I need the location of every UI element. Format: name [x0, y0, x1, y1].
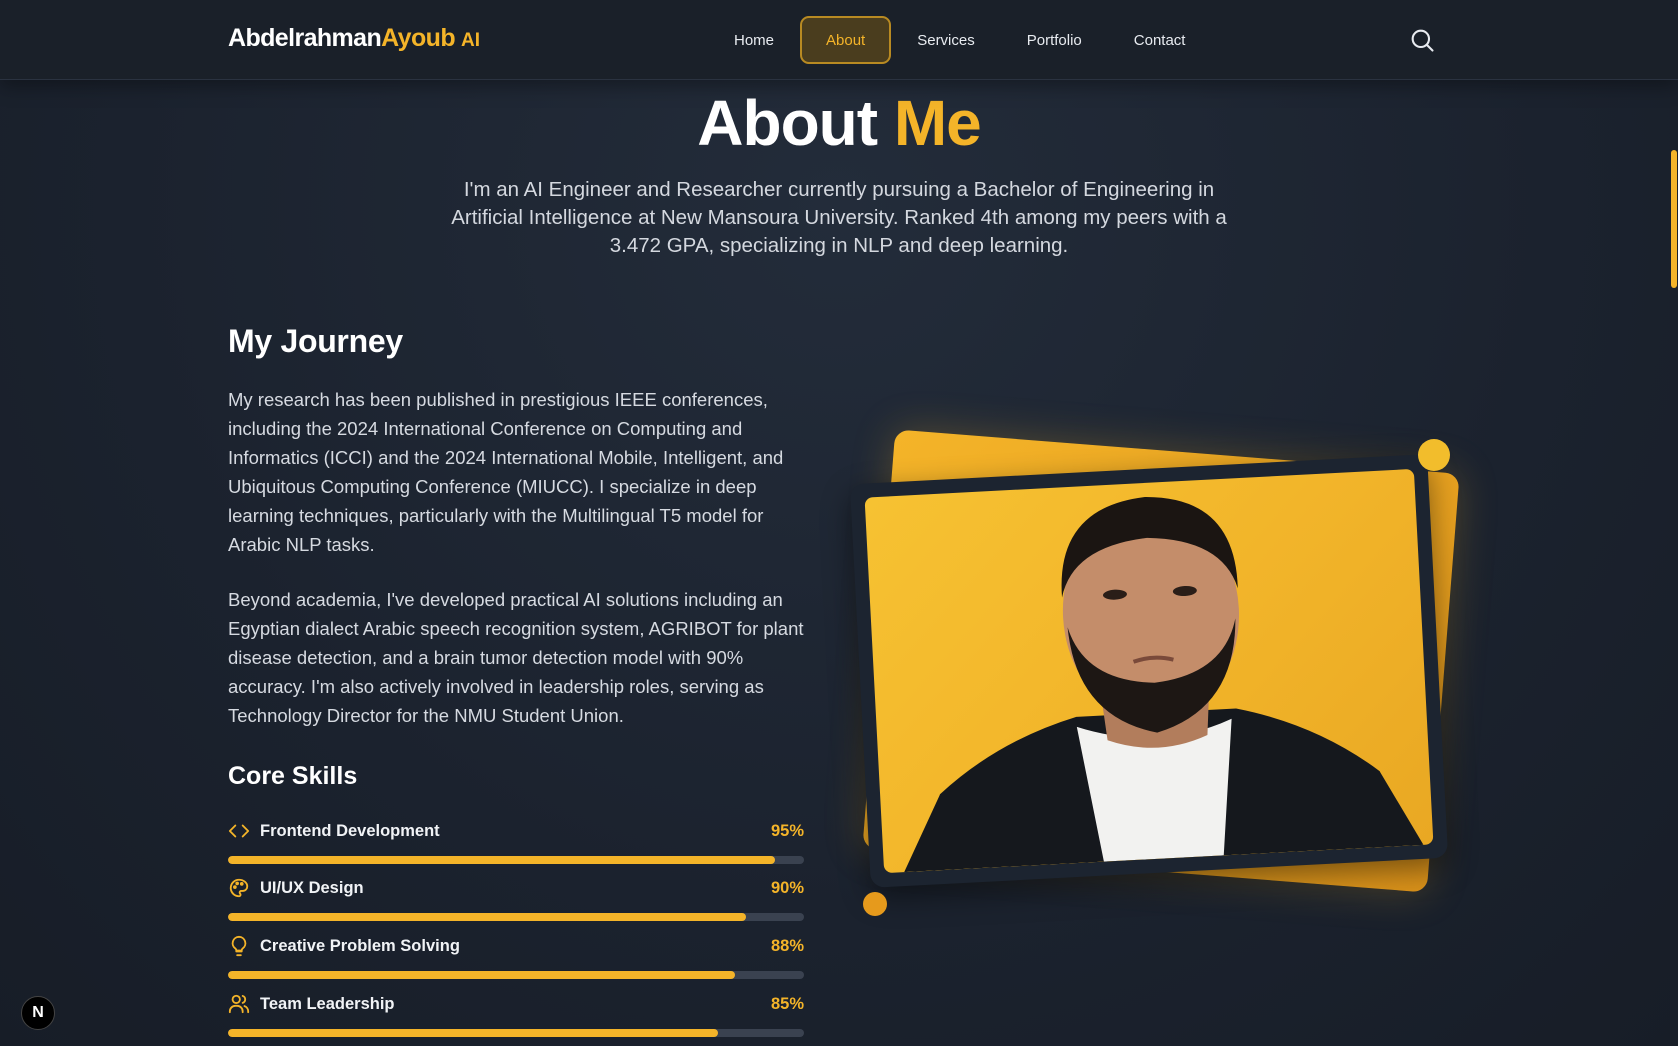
skill-percent: 95% [770, 821, 804, 840]
skill-item: Creative Problem Solving 88% [228, 934, 804, 984]
brand-logo[interactable]: AbdelrahmanAyoub AI [228, 24, 480, 53]
skill-bar-fill [228, 971, 735, 979]
brand-first: Abdelrahman [228, 24, 382, 52]
code-icon [228, 820, 250, 842]
skill-name: Frontend Development [260, 821, 440, 840]
brand-suffix: AI [461, 30, 480, 51]
skill-item: Team Leadership 85% [228, 992, 804, 1042]
skill-bar-fill [228, 856, 776, 864]
navbar: AbdelrahmanAyoub AI Home About Services P… [0, 0, 1678, 80]
journey-paragraph-1: My research has been published in presti… [228, 389, 784, 555]
skill-percent: 85% [770, 994, 804, 1013]
skill-name: UI/UX Design [260, 878, 364, 897]
journey-paragraph-2: Beyond academia, I've developed practica… [228, 589, 804, 726]
skill-item: UI/UX Design 90% [228, 876, 804, 926]
skill-bar [228, 971, 804, 979]
profile-photo-frame [830, 425, 1480, 945]
page-title: About Me [0, 86, 1678, 160]
scrollbar-thumb[interactable] [1671, 150, 1677, 288]
skill-percent: 88% [770, 936, 804, 955]
profile-photo [864, 468, 1434, 874]
skill-percent: 90% [770, 878, 804, 897]
skill-bar [228, 856, 804, 864]
skill-bar [228, 913, 804, 921]
photo-card [849, 454, 1449, 888]
skill-name: Creative Problem Solving [260, 936, 460, 955]
palette-icon [228, 877, 250, 899]
brand-last: Ayoub [381, 24, 455, 52]
skills-heading: Core Skills [228, 762, 358, 790]
main-nav: Home About Services Portfolio Contact [708, 16, 1211, 64]
search-icon[interactable] [1408, 26, 1436, 54]
hero-subtitle: I'm an AI Engineer and Researcher curren… [451, 178, 1227, 257]
skill-name: Team Leadership [260, 994, 395, 1013]
skill-bar-fill [228, 1029, 718, 1037]
nextjs-badge[interactable]: N [21, 996, 55, 1030]
decor-dot-bottom [863, 892, 887, 916]
skill-bar [228, 1029, 804, 1037]
skill-item: Frontend Development 95% [228, 819, 804, 869]
title-main: About [697, 87, 878, 159]
users-icon [228, 993, 250, 1015]
lightbulb-icon [228, 935, 250, 957]
nav-home[interactable]: Home [708, 16, 800, 64]
journey-heading: My Journey [228, 323, 403, 359]
nav-portfolio[interactable]: Portfolio [1001, 16, 1108, 64]
nav-contact[interactable]: Contact [1108, 16, 1212, 64]
nav-services[interactable]: Services [891, 16, 1001, 64]
decor-dot-top [1418, 439, 1450, 471]
skill-bar-fill [228, 913, 747, 921]
title-accent: Me [893, 87, 982, 159]
nav-about[interactable]: About [800, 16, 892, 64]
